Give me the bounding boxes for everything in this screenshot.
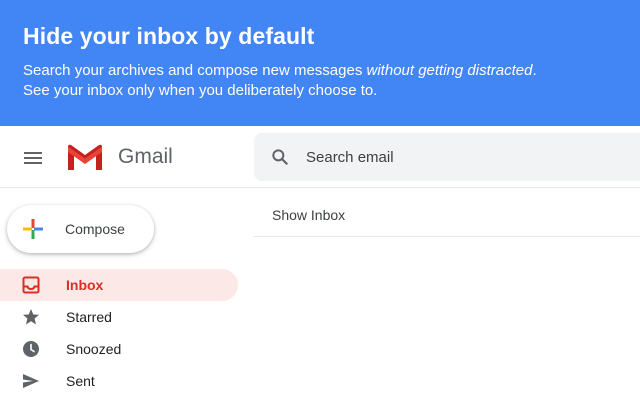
compose-button[interactable]: Compose [7, 205, 154, 253]
banner-line1-emphasis: without getting distracted [366, 62, 533, 79]
plus-icon [23, 219, 43, 239]
compose-label: Compose [65, 221, 125, 237]
promo-banner: Hide your inbox by default Search your a… [0, 0, 640, 126]
banner-line1-prefix: Search your archives and compose new mes… [23, 62, 367, 79]
sidebar-item-snoozed[interactable]: Snoozed [0, 333, 238, 365]
sidebar-item-sent[interactable]: Sent [0, 365, 238, 397]
show-inbox-link[interactable]: Show Inbox [272, 207, 345, 223]
search-input[interactable]: Search email [306, 149, 394, 166]
gmail-brand-text[interactable]: Gmail [118, 145, 173, 169]
star-icon [23, 309, 39, 325]
search-icon[interactable] [270, 147, 290, 167]
banner-description-line-1: Search your archives and compose new mes… [23, 62, 537, 79]
search-bar[interactable]: Search email [254, 133, 640, 181]
inbox-icon [22, 276, 40, 294]
gmail-logo-icon[interactable] [66, 143, 104, 171]
sidebar-item-label: Starred [66, 309, 112, 325]
sidebar-item-label: Snoozed [66, 341, 122, 357]
banner-line1-suffix: . [532, 62, 537, 79]
gmail-header: Gmail Search email [0, 126, 640, 188]
sidebar-item-inbox[interactable]: Inbox [0, 269, 238, 301]
banner-title: Hide your inbox by default [23, 23, 315, 49]
send-icon [23, 374, 39, 388]
banner-description-line-2: See your inbox only when you deliberatel… [23, 82, 378, 99]
hamburger-menu-icon[interactable] [22, 150, 44, 166]
sidebar-item-label: Sent [66, 373, 95, 389]
sidebar-item-label: Inbox [66, 277, 104, 293]
show-inbox-row: Show Inbox [254, 189, 640, 237]
sidebar-item-starred[interactable]: Starred [0, 301, 238, 333]
clock-icon [23, 341, 39, 357]
